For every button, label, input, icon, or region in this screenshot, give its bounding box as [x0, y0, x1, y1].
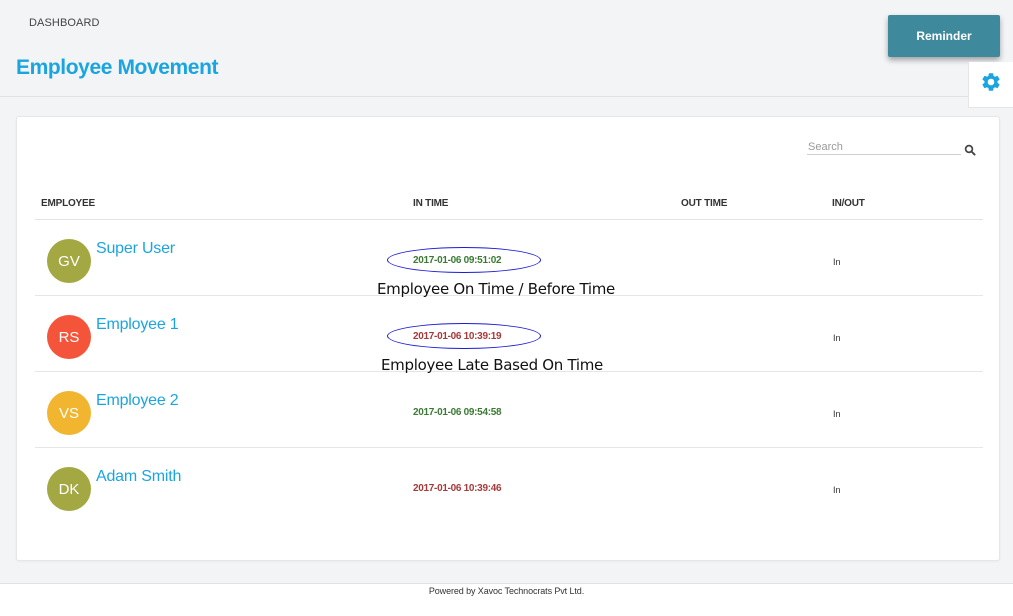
in-out-status: In: [833, 333, 841, 343]
column-header-in-out: IN/OUT: [832, 198, 865, 209]
table-row: VS Employee 2 2017-01-06 09:54:58 In: [35, 372, 983, 448]
in-time-value: 2017-01-06 09:54:58: [413, 407, 502, 418]
table-row: DK Adam Smith 2017-01-06 10:39:46 In: [35, 448, 983, 524]
search-input[interactable]: [807, 139, 961, 155]
employee-name-link[interactable]: Super User: [96, 240, 175, 258]
search-box: [807, 139, 983, 161]
employee-card: EMPLOYEE IN TIME OUT TIME IN/OUT GV Supe…: [16, 116, 1000, 561]
employee-name-link[interactable]: Employee 2: [96, 392, 179, 410]
page-title: Employee Movement: [16, 56, 219, 79]
in-time-value: 2017-01-06 10:39:46: [413, 483, 502, 494]
in-out-status: In: [833, 485, 841, 495]
breadcrumb: DASHBOARD: [29, 17, 100, 29]
avatar: DK: [47, 467, 91, 511]
gear-icon: [980, 71, 1002, 98]
settings-button[interactable]: [968, 62, 1013, 108]
employee-name-link[interactable]: Adam Smith: [96, 468, 181, 486]
employee-name-link[interactable]: Employee 1: [96, 316, 179, 334]
column-header-out-time: OUT TIME: [681, 198, 728, 209]
avatar: GV: [47, 239, 91, 283]
footer: Powered by Xavoc Technocrats Pvt Ltd.: [0, 584, 1013, 616]
footer-text: Powered by Xavoc Technocrats Pvt Ltd.: [428, 586, 585, 596]
in-time-value: 2017-01-06 10:39:19: [413, 331, 502, 342]
table-row: RS Employee 1 2017-01-06 10:39:19 In Emp…: [35, 296, 983, 374]
in-time-value: 2017-01-06 09:51:02: [413, 255, 502, 266]
in-out-status: In: [833, 257, 841, 267]
reminder-button[interactable]: Reminder: [888, 15, 1000, 57]
in-out-status: In: [833, 409, 841, 419]
column-header-employee: EMPLOYEE: [41, 198, 95, 209]
column-header-in-time: IN TIME: [413, 198, 449, 209]
search-icon[interactable]: [964, 143, 978, 157]
header-divider: [0, 96, 1013, 97]
avatar: VS: [47, 391, 91, 435]
table-row: GV Super User 2017-01-06 09:51:02 In Emp…: [35, 220, 983, 298]
avatar: RS: [47, 315, 91, 359]
